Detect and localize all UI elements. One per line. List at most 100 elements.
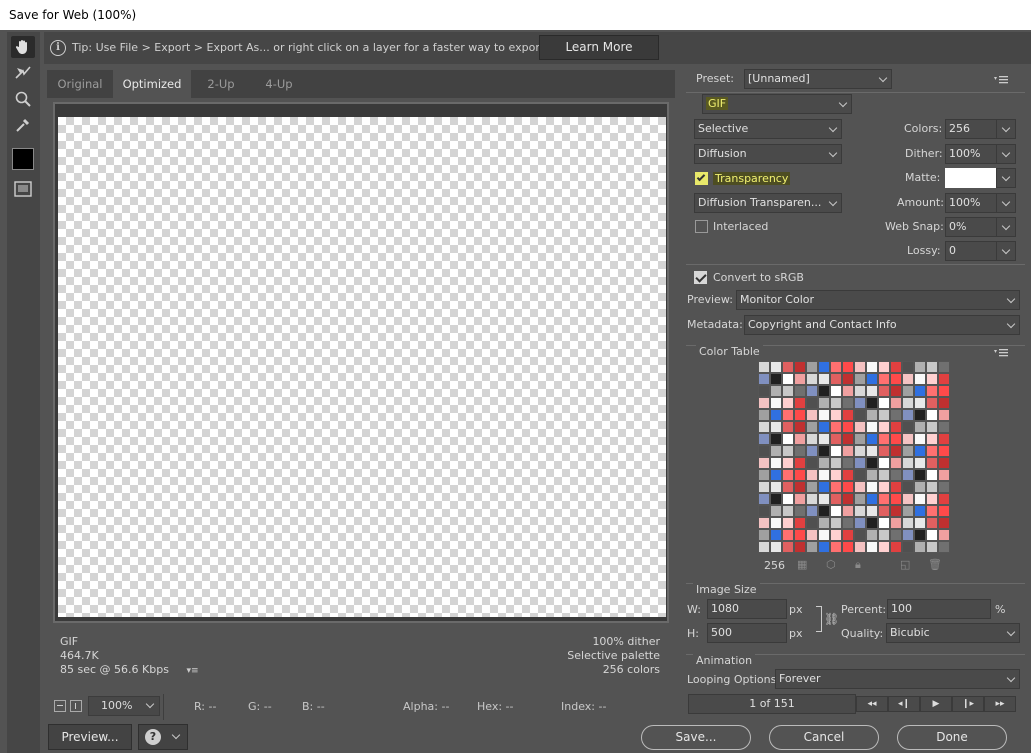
color-swatch[interactable] (878, 361, 890, 373)
color-swatch[interactable] (794, 469, 806, 481)
color-swatch[interactable] (866, 433, 878, 445)
color-swatch[interactable] (914, 493, 926, 505)
color-swatch[interactable] (926, 457, 938, 469)
optimize-menu-icon[interactable] (994, 74, 1008, 84)
color-swatch[interactable] (830, 361, 842, 373)
color-swatch[interactable] (890, 385, 902, 397)
color-swatch[interactable] (914, 505, 926, 517)
color-swatch[interactable] (770, 373, 782, 385)
color-swatch[interactable] (866, 481, 878, 493)
color-swatch[interactable] (866, 385, 878, 397)
color-swatch[interactable] (794, 493, 806, 505)
color-swatch[interactable] (854, 397, 866, 409)
color-swatch[interactable] (770, 517, 782, 529)
color-swatch[interactable] (914, 373, 926, 385)
color-swatch[interactable] (854, 385, 866, 397)
color-swatch[interactable] (830, 385, 842, 397)
preview-browser-button[interactable]: ? (138, 724, 188, 750)
color-swatch[interactable] (890, 421, 902, 433)
color-swatch[interactable] (830, 529, 842, 541)
color-swatch[interactable] (830, 433, 842, 445)
color-swatch[interactable] (818, 397, 830, 409)
color-swatch[interactable] (758, 385, 770, 397)
color-swatch[interactable] (806, 421, 818, 433)
color-swatch[interactable] (758, 517, 770, 529)
color-swatch[interactable] (782, 361, 794, 373)
color-swatch[interactable] (782, 421, 794, 433)
color-swatch[interactable] (938, 493, 950, 505)
color-swatch[interactable] (782, 385, 794, 397)
color-swatch[interactable] (758, 493, 770, 505)
color-swatch[interactable] (926, 433, 938, 445)
color-swatch[interactable] (770, 361, 782, 373)
color-swatch[interactable] (866, 361, 878, 373)
color-swatch[interactable] (794, 385, 806, 397)
color-swatch[interactable] (794, 445, 806, 457)
color-swatch[interactable] (902, 445, 914, 457)
transparency-checkbox[interactable] (695, 172, 708, 185)
color-swatch[interactable] (842, 541, 854, 553)
color-swatch[interactable] (938, 541, 950, 553)
color-swatch[interactable] (902, 409, 914, 421)
color-swatch[interactable] (854, 493, 866, 505)
color-swatch[interactable] (890, 529, 902, 541)
color-swatch[interactable] (830, 373, 842, 385)
color-swatch[interactable] (794, 361, 806, 373)
transparency-dither-select[interactable]: Diffusion Transparen... (694, 193, 842, 213)
color-swatch[interactable] (842, 469, 854, 481)
color-swatch[interactable] (758, 445, 770, 457)
color-swatch[interactable] (866, 457, 878, 469)
tab-2-up[interactable]: 2-Up (191, 70, 251, 98)
color-swatch[interactable] (770, 529, 782, 541)
color-swatch[interactable] (770, 421, 782, 433)
last-frame-icon[interactable]: ▸▸ (984, 696, 1016, 712)
matte-select[interactable] (945, 168, 1017, 188)
color-swatch[interactable] (794, 505, 806, 517)
color-swatch[interactable] (902, 457, 914, 469)
color-swatch[interactable] (782, 529, 794, 541)
web-shift-icon[interactable]: ⬡ (826, 558, 840, 571)
color-swatch[interactable] (878, 457, 890, 469)
color-swatch[interactable] (914, 469, 926, 481)
eyedropper-color-swatch[interactable] (11, 148, 35, 170)
color-swatch[interactable] (806, 385, 818, 397)
color-swatch[interactable] (890, 517, 902, 529)
color-swatch[interactable] (926, 421, 938, 433)
color-swatch[interactable] (830, 481, 842, 493)
color-swatch[interactable] (830, 445, 842, 457)
color-swatch[interactable] (866, 505, 878, 517)
color-swatch[interactable] (782, 517, 794, 529)
color-swatch[interactable] (854, 409, 866, 421)
color-swatch[interactable] (806, 493, 818, 505)
color-swatch[interactable] (842, 505, 854, 517)
quality-select[interactable]: Bicubic (886, 623, 1020, 643)
color-swatch[interactable] (926, 397, 938, 409)
color-swatch[interactable] (806, 541, 818, 553)
tab-optimized[interactable]: Optimized (113, 70, 191, 98)
preview-mode-select[interactable]: Monitor Color (736, 290, 1020, 310)
color-swatch[interactable] (770, 385, 782, 397)
color-swatch[interactable] (794, 397, 806, 409)
color-swatch[interactable] (782, 445, 794, 457)
color-swatch[interactable] (878, 469, 890, 481)
color-swatch[interactable] (758, 469, 770, 481)
color-swatch[interactable] (890, 457, 902, 469)
link-icon[interactable]: ⛓︎ (824, 612, 839, 626)
color-swatch[interactable] (770, 481, 782, 493)
amount-combo[interactable]: 100% (945, 193, 1017, 213)
color-swatch[interactable] (914, 397, 926, 409)
color-swatch[interactable] (830, 541, 842, 553)
color-swatch[interactable] (830, 397, 842, 409)
color-swatch[interactable] (794, 433, 806, 445)
color-swatch[interactable] (854, 481, 866, 493)
color-swatch[interactable] (902, 541, 914, 553)
color-swatch[interactable] (866, 445, 878, 457)
color-swatch[interactable] (902, 397, 914, 409)
color-swatch[interactable] (890, 445, 902, 457)
color-swatch[interactable] (914, 457, 926, 469)
color-swatch[interactable] (818, 433, 830, 445)
color-swatch[interactable] (866, 541, 878, 553)
color-swatch[interactable] (770, 541, 782, 553)
color-swatch[interactable] (866, 421, 878, 433)
color-swatch[interactable] (902, 361, 914, 373)
